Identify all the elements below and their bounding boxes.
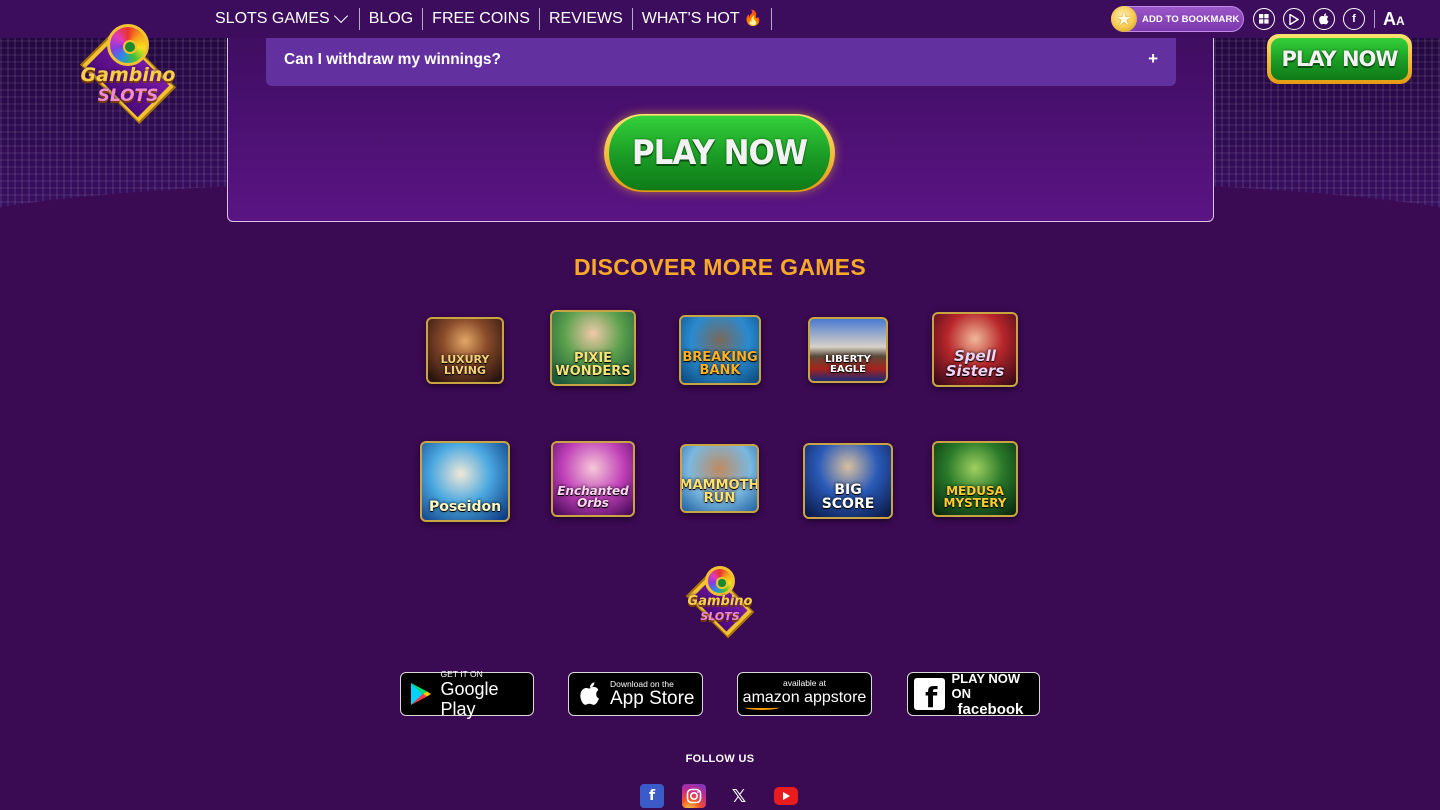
logo-wheel <box>107 24 149 66</box>
store-text: PLAY NOW ON facebook <box>952 671 1039 718</box>
game-title: PIXIE WONDERS <box>555 351 631 379</box>
store-text: GET IT ON Google Play <box>440 668 533 719</box>
nav-free-coins[interactable]: FREE COINS <box>423 8 540 30</box>
facebook-icon[interactable]: f <box>1343 8 1365 30</box>
divider <box>1374 10 1375 28</box>
game-title: MEDUSA MYSTERY <box>943 484 1007 510</box>
game-tile-big-score[interactable]: BIG SCORE <box>803 443 893 519</box>
game-tile-poseidon[interactable]: Poseidon <box>420 441 510 522</box>
game-title: Enchanted Orbs <box>557 484 629 510</box>
header-play-now-label: PLAY NOW <box>1271 38 1408 80</box>
game-tile-pixie-wonders[interactable]: PIXIE WONDERS <box>550 310 636 386</box>
gambino-slots-logo[interactable]: Gambino SLOTS <box>52 22 204 127</box>
nav-reviews-label: REVIEWS <box>548 10 623 27</box>
store-big-text: App Store <box>610 687 695 709</box>
instagram-icon[interactable] <box>682 784 706 808</box>
play-now-button[interactable]: PLAY NOW <box>604 114 835 192</box>
store-big-text: Google Play <box>440 678 499 719</box>
game-tile-mammoth-run[interactable]: MAMMOTH RUN <box>680 444 759 513</box>
play-now-label: PLAY NOW <box>609 115 830 191</box>
google-play-icon <box>409 681 434 707</box>
store-small-text: PLAY NOW ON <box>951 670 1021 701</box>
fire-icon: 🔥 <box>743 10 763 27</box>
expand-plus-icon[interactable]: + <box>1148 49 1158 69</box>
logo-text-gambino: Gambino <box>80 64 176 86</box>
game-title: BREAKING BANK <box>682 350 758 378</box>
logo-wheel <box>705 566 735 596</box>
game-tile-breaking-bank[interactable]: BREAKING BANK <box>679 315 761 385</box>
game-title: LIBERTY EAGLE <box>825 354 871 375</box>
chevron-down-icon[interactable] <box>333 8 348 24</box>
store-text: Download on the App Store <box>610 679 695 709</box>
nav-free-coins-label: FREE COINS <box>432 10 530 27</box>
add-to-bookmark-button[interactable]: ★ ADD TO BOOKMARK <box>1111 6 1244 32</box>
logo-text-slots: SLOTS <box>700 610 740 623</box>
youtube-icon[interactable] <box>774 787 798 805</box>
store-big-text: facebook <box>957 700 1024 718</box>
store-big-text: amazon appstore <box>742 688 867 706</box>
windows-icon[interactable] <box>1253 8 1275 30</box>
game-tile-medusa-mystery[interactable]: MEDUSA MYSTERY <box>932 441 1018 517</box>
font-size-big: A <box>1383 8 1396 29</box>
game-tile-enchanted-orbs[interactable]: Enchanted Orbs <box>551 441 635 517</box>
x-icon[interactable]: 𝕏 <box>727 784 751 808</box>
game-tile-luxury-living[interactable]: LUXURY LIVING <box>426 317 504 384</box>
nav-whats-hot-label: WHAT'S HOT <box>641 10 740 27</box>
nav-reviews[interactable]: REVIEWS <box>540 8 633 30</box>
game-tile-spell-sisters[interactable]: Spell Sisters <box>932 312 1018 387</box>
main-menu: SLOTS GAMES BLOG FREE COINS REVIEWS WHAT… <box>206 8 773 30</box>
google-play-badge[interactable]: GET IT ON Google Play <box>400 668 534 719</box>
nav-blog-label: BLOG <box>368 10 414 27</box>
apple-icon <box>577 681 603 707</box>
game-title: Poseidon <box>428 499 502 515</box>
google-play-icon[interactable] <box>1283 8 1305 30</box>
star-icon: ★ <box>1111 6 1137 32</box>
font-size-toggle[interactable]: AA <box>1383 9 1405 30</box>
discover-more-games-title: DISCOVER MORE GAMES <box>574 254 866 280</box>
game-title: MAMMOTH RUN <box>680 478 759 506</box>
top-navigation: SLOTS GAMES BLOG FREE COINS REVIEWS WHAT… <box>0 0 1440 38</box>
top-right-tools: ★ ADD TO BOOKMARK f AA <box>1111 6 1405 32</box>
game-title: Spell Sisters <box>945 347 1005 380</box>
follow-us-label: FOLLOW US <box>685 753 755 765</box>
store-small-text: available at <box>782 677 826 688</box>
header-play-now-button[interactable]: PLAY NOW <box>1267 34 1412 84</box>
store-small-text: GET IT ON <box>440 668 483 679</box>
nav-whats-hot[interactable]: WHAT'S HOT 🔥 <box>633 8 773 30</box>
logo-text-slots: SLOTS <box>97 86 159 106</box>
game-title: BIG SCORE <box>821 482 875 512</box>
facebook-icon[interactable]: f <box>640 784 664 808</box>
game-tile-liberty-eagle[interactable]: LIBERTY EAGLE <box>808 317 888 383</box>
faq-question-withdraw[interactable]: Can I withdraw my winnings? + <box>266 36 1176 86</box>
bookmark-label: ADD TO BOOKMARK <box>1142 13 1240 25</box>
footer-gambino-slots-logo[interactable]: Gambino SLOTS <box>668 566 772 638</box>
app-store-badge[interactable]: Download on the App Store <box>568 672 703 716</box>
nav-slots-games[interactable]: SLOTS GAMES <box>206 8 360 30</box>
apple-icon[interactable] <box>1313 8 1335 30</box>
nav-slots-games-label: SLOTS GAMES <box>215 10 330 27</box>
facebook-play-badge[interactable]: f PLAY NOW ON facebook <box>907 671 1040 718</box>
game-title: LUXURY LIVING <box>440 353 490 377</box>
font-size-small: A <box>1396 13 1405 28</box>
store-text: available at amazon appstore <box>742 677 867 710</box>
nav-blog[interactable]: BLOG <box>360 8 424 30</box>
amazon-appstore-badge[interactable]: available at amazon appstore <box>737 672 872 716</box>
logo-text-gambino: Gambino <box>687 594 753 609</box>
facebook-icon: f <box>914 678 945 714</box>
faq-question-text: Can I withdraw my winnings? <box>284 51 502 68</box>
